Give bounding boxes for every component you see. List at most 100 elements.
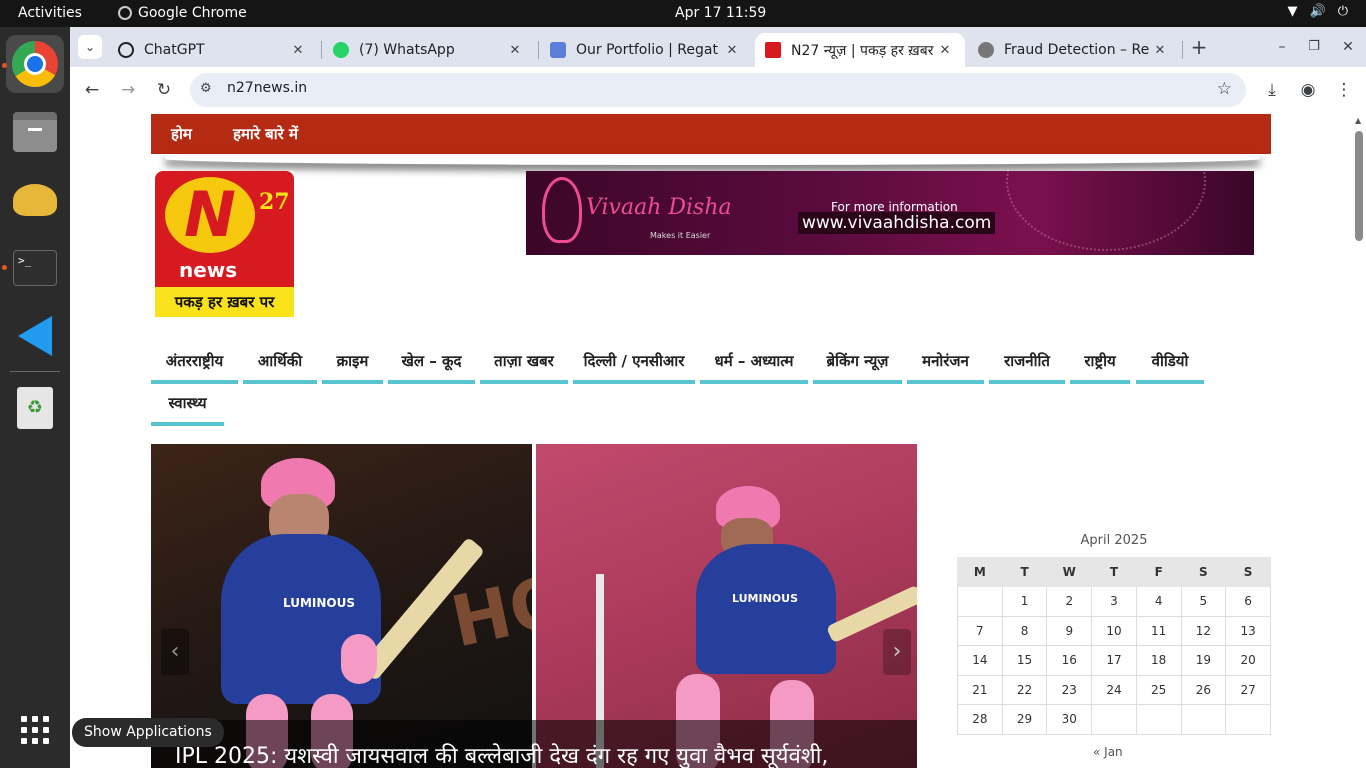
browser-toolbar: ← → ↻ ⚙ n27news.in ☆ ⤓ ◉ ⋮ bbox=[70, 67, 1366, 113]
calendar-day bbox=[1225, 704, 1271, 735]
tab-title: Our Portfolio | Regat bbox=[576, 42, 718, 58]
hero-caption[interactable]: IPL 2025: यशस्वी जायसवाल की बल्लेबाजी दे… bbox=[151, 720, 917, 768]
tab-separator bbox=[1182, 41, 1183, 59]
cat-health[interactable]: स्वास्थ्य bbox=[151, 389, 224, 426]
tab-whatsapp[interactable]: (7) WhatsApp ✕ bbox=[323, 33, 535, 67]
slider-prev-button[interactable]: ‹ bbox=[161, 629, 189, 675]
batting-glove bbox=[341, 634, 377, 684]
scrollbar-thumb[interactable] bbox=[1355, 131, 1363, 241]
tab-close-icon[interactable]: ✕ bbox=[288, 43, 308, 58]
show-applications-button[interactable] bbox=[6, 701, 64, 759]
calendar-day: 8 bbox=[1001, 615, 1048, 646]
bookmark-star-icon[interactable]: ☆ bbox=[1217, 79, 1232, 99]
cat-breaking[interactable]: ब्रेकिंग न्यूज़ bbox=[813, 347, 902, 384]
tab-separator bbox=[321, 41, 322, 59]
clock[interactable]: Apr 17 11:59 bbox=[675, 5, 766, 21]
day-header: W bbox=[1046, 557, 1093, 587]
scroll-up-icon[interactable]: ▲ bbox=[1355, 116, 1361, 125]
cat-religion[interactable]: धर्म – अध्यात्म bbox=[700, 347, 808, 384]
power-icon: ⏻ bbox=[1337, 4, 1348, 19]
dock-vscode[interactable] bbox=[6, 307, 64, 365]
minimize-button[interactable]: – bbox=[1270, 35, 1294, 59]
app-menu[interactable]: Google Chrome bbox=[118, 5, 247, 21]
page-scrollbar[interactable]: ▲ bbox=[1352, 113, 1366, 768]
calendar-day: 29 bbox=[1001, 704, 1048, 735]
ad-banner[interactable]: Vivaah Disha Makes it Easier For more in… bbox=[526, 171, 1254, 255]
arrow-left-icon: ← bbox=[84, 80, 100, 100]
hero-slider[interactable]: HON LUMINOUS LUMINOUS bbox=[151, 444, 917, 768]
cat-video[interactable]: वीडियो bbox=[1136, 347, 1204, 384]
new-tab-button[interactable]: + bbox=[1187, 35, 1211, 59]
cat-economy[interactable]: आर्थिकी bbox=[243, 347, 317, 384]
app-name-label: Google Chrome bbox=[138, 5, 247, 21]
dock-files[interactable] bbox=[6, 103, 64, 161]
chevron-right-icon: › bbox=[892, 639, 902, 664]
downloads-button[interactable]: ⤓ bbox=[1260, 78, 1284, 102]
calendar-day: 4 bbox=[1135, 586, 1182, 617]
cat-entertainment[interactable]: मनोरंजन bbox=[907, 347, 984, 384]
tab-fraud-detection[interactable]: Fraud Detection – Re ✕ bbox=[968, 33, 1180, 67]
arrow-right-icon: → bbox=[120, 80, 136, 100]
reload-icon: ↻ bbox=[156, 80, 172, 100]
calendar-day: 10 bbox=[1091, 615, 1137, 646]
tab-close-icon[interactable]: ✕ bbox=[722, 43, 742, 58]
dock-teapot[interactable] bbox=[6, 171, 64, 229]
site-logo[interactable]: N 27 news पकड़ हर ख़बर पर bbox=[155, 171, 294, 317]
address-bar[interactable]: ⚙ n27news.in ☆ bbox=[190, 73, 1246, 107]
calendar-day: 6 bbox=[1225, 586, 1271, 617]
cat-politics[interactable]: राजनीति bbox=[989, 347, 1065, 384]
banner-website: www.vivaahdisha.com bbox=[798, 212, 996, 234]
slider-next-button[interactable]: › bbox=[883, 629, 911, 675]
tab-close-icon[interactable]: ✕ bbox=[505, 43, 525, 58]
calendar-day: 23 bbox=[1046, 674, 1093, 705]
forward-button[interactable]: → bbox=[116, 78, 140, 102]
menu-button[interactable]: ⋮ bbox=[1332, 78, 1356, 102]
day-header: S bbox=[1225, 557, 1271, 587]
download-icon: ⤓ bbox=[1268, 80, 1276, 100]
menu-about-link[interactable]: हमारे बारे में bbox=[233, 124, 298, 144]
dock-chrome[interactable] bbox=[6, 35, 64, 93]
tab-chatgpt[interactable]: ChatGPT ✕ bbox=[108, 33, 318, 67]
activities-button[interactable]: Activities bbox=[18, 5, 82, 21]
calendar-week-row: 28 29 30 bbox=[957, 704, 1271, 735]
back-button[interactable]: ← bbox=[80, 78, 104, 102]
site-info-icon[interactable]: ⚙ bbox=[200, 81, 212, 96]
tab-close-icon[interactable]: ✕ bbox=[1150, 43, 1170, 58]
cat-latest[interactable]: ताज़ा खबर bbox=[480, 347, 568, 384]
tab-title: ChatGPT bbox=[144, 42, 205, 58]
cat-sports[interactable]: खेल – कूद bbox=[388, 347, 475, 384]
hero-headline[interactable]: IPL 2025: यशस्वी जायसवाल की बल्लेबाजी दे… bbox=[175, 740, 828, 768]
close-window-button[interactable]: ✕ bbox=[1336, 35, 1360, 59]
n27-favicon-icon bbox=[765, 42, 781, 58]
calendar-caption: April 2025 bbox=[1080, 533, 1148, 548]
page-viewport: होम हमारे बारे में N 27 news पकड़ हर ख़ब… bbox=[70, 113, 1366, 768]
tab-n27-news[interactable]: N27 न्यूज़ | पकड़ हर ख़बर ✕ bbox=[755, 33, 965, 67]
running-indicator bbox=[2, 265, 7, 270]
calendar-prev-link[interactable]: « Jan bbox=[1093, 745, 1271, 759]
tab-close-icon[interactable]: ✕ bbox=[935, 43, 955, 58]
jersey-sponsor-text: LUMINOUS bbox=[732, 592, 798, 605]
profile-button[interactable]: ◉ bbox=[1296, 78, 1320, 102]
menu-home-link[interactable]: होम bbox=[171, 124, 192, 144]
dock-terminal[interactable]: >_ bbox=[6, 239, 64, 297]
calendar-day: 22 bbox=[1001, 674, 1048, 705]
system-tray[interactable]: ▼ 🔊 ⏻ bbox=[1288, 4, 1348, 19]
calendar-day: 16 bbox=[1046, 645, 1093, 676]
system-top-bar: Activities Google Chrome Apr 17 11:59 ▼ … bbox=[0, 0, 1366, 27]
cat-international[interactable]: अंतरराष्ट्रीय bbox=[151, 347, 238, 384]
day-header: F bbox=[1135, 557, 1182, 587]
cat-delhi-ncr[interactable]: दिल्ली / एनसीआर bbox=[573, 347, 695, 384]
wifi-icon: ▼ bbox=[1287, 4, 1298, 19]
reload-button[interactable]: ↻ bbox=[152, 78, 176, 102]
dock-trash[interactable]: ♻ bbox=[6, 379, 64, 437]
dock-separator bbox=[10, 371, 60, 372]
calendar-week-row: 14 15 16 17 18 19 20 bbox=[957, 645, 1271, 676]
banner-tagline: Makes it Easier bbox=[650, 231, 711, 240]
tab-portfolio[interactable]: Our Portfolio | Regat ✕ bbox=[540, 33, 752, 67]
cat-crime[interactable]: क्राइम bbox=[322, 347, 383, 384]
cat-national[interactable]: राष्ट्रीय bbox=[1070, 347, 1130, 384]
tab-search-button[interactable]: ⌄ bbox=[78, 35, 102, 59]
restore-button[interactable]: ❐ bbox=[1302, 35, 1326, 59]
calendar-day: 19 bbox=[1180, 645, 1227, 676]
calendar-day: 11 bbox=[1135, 615, 1182, 646]
